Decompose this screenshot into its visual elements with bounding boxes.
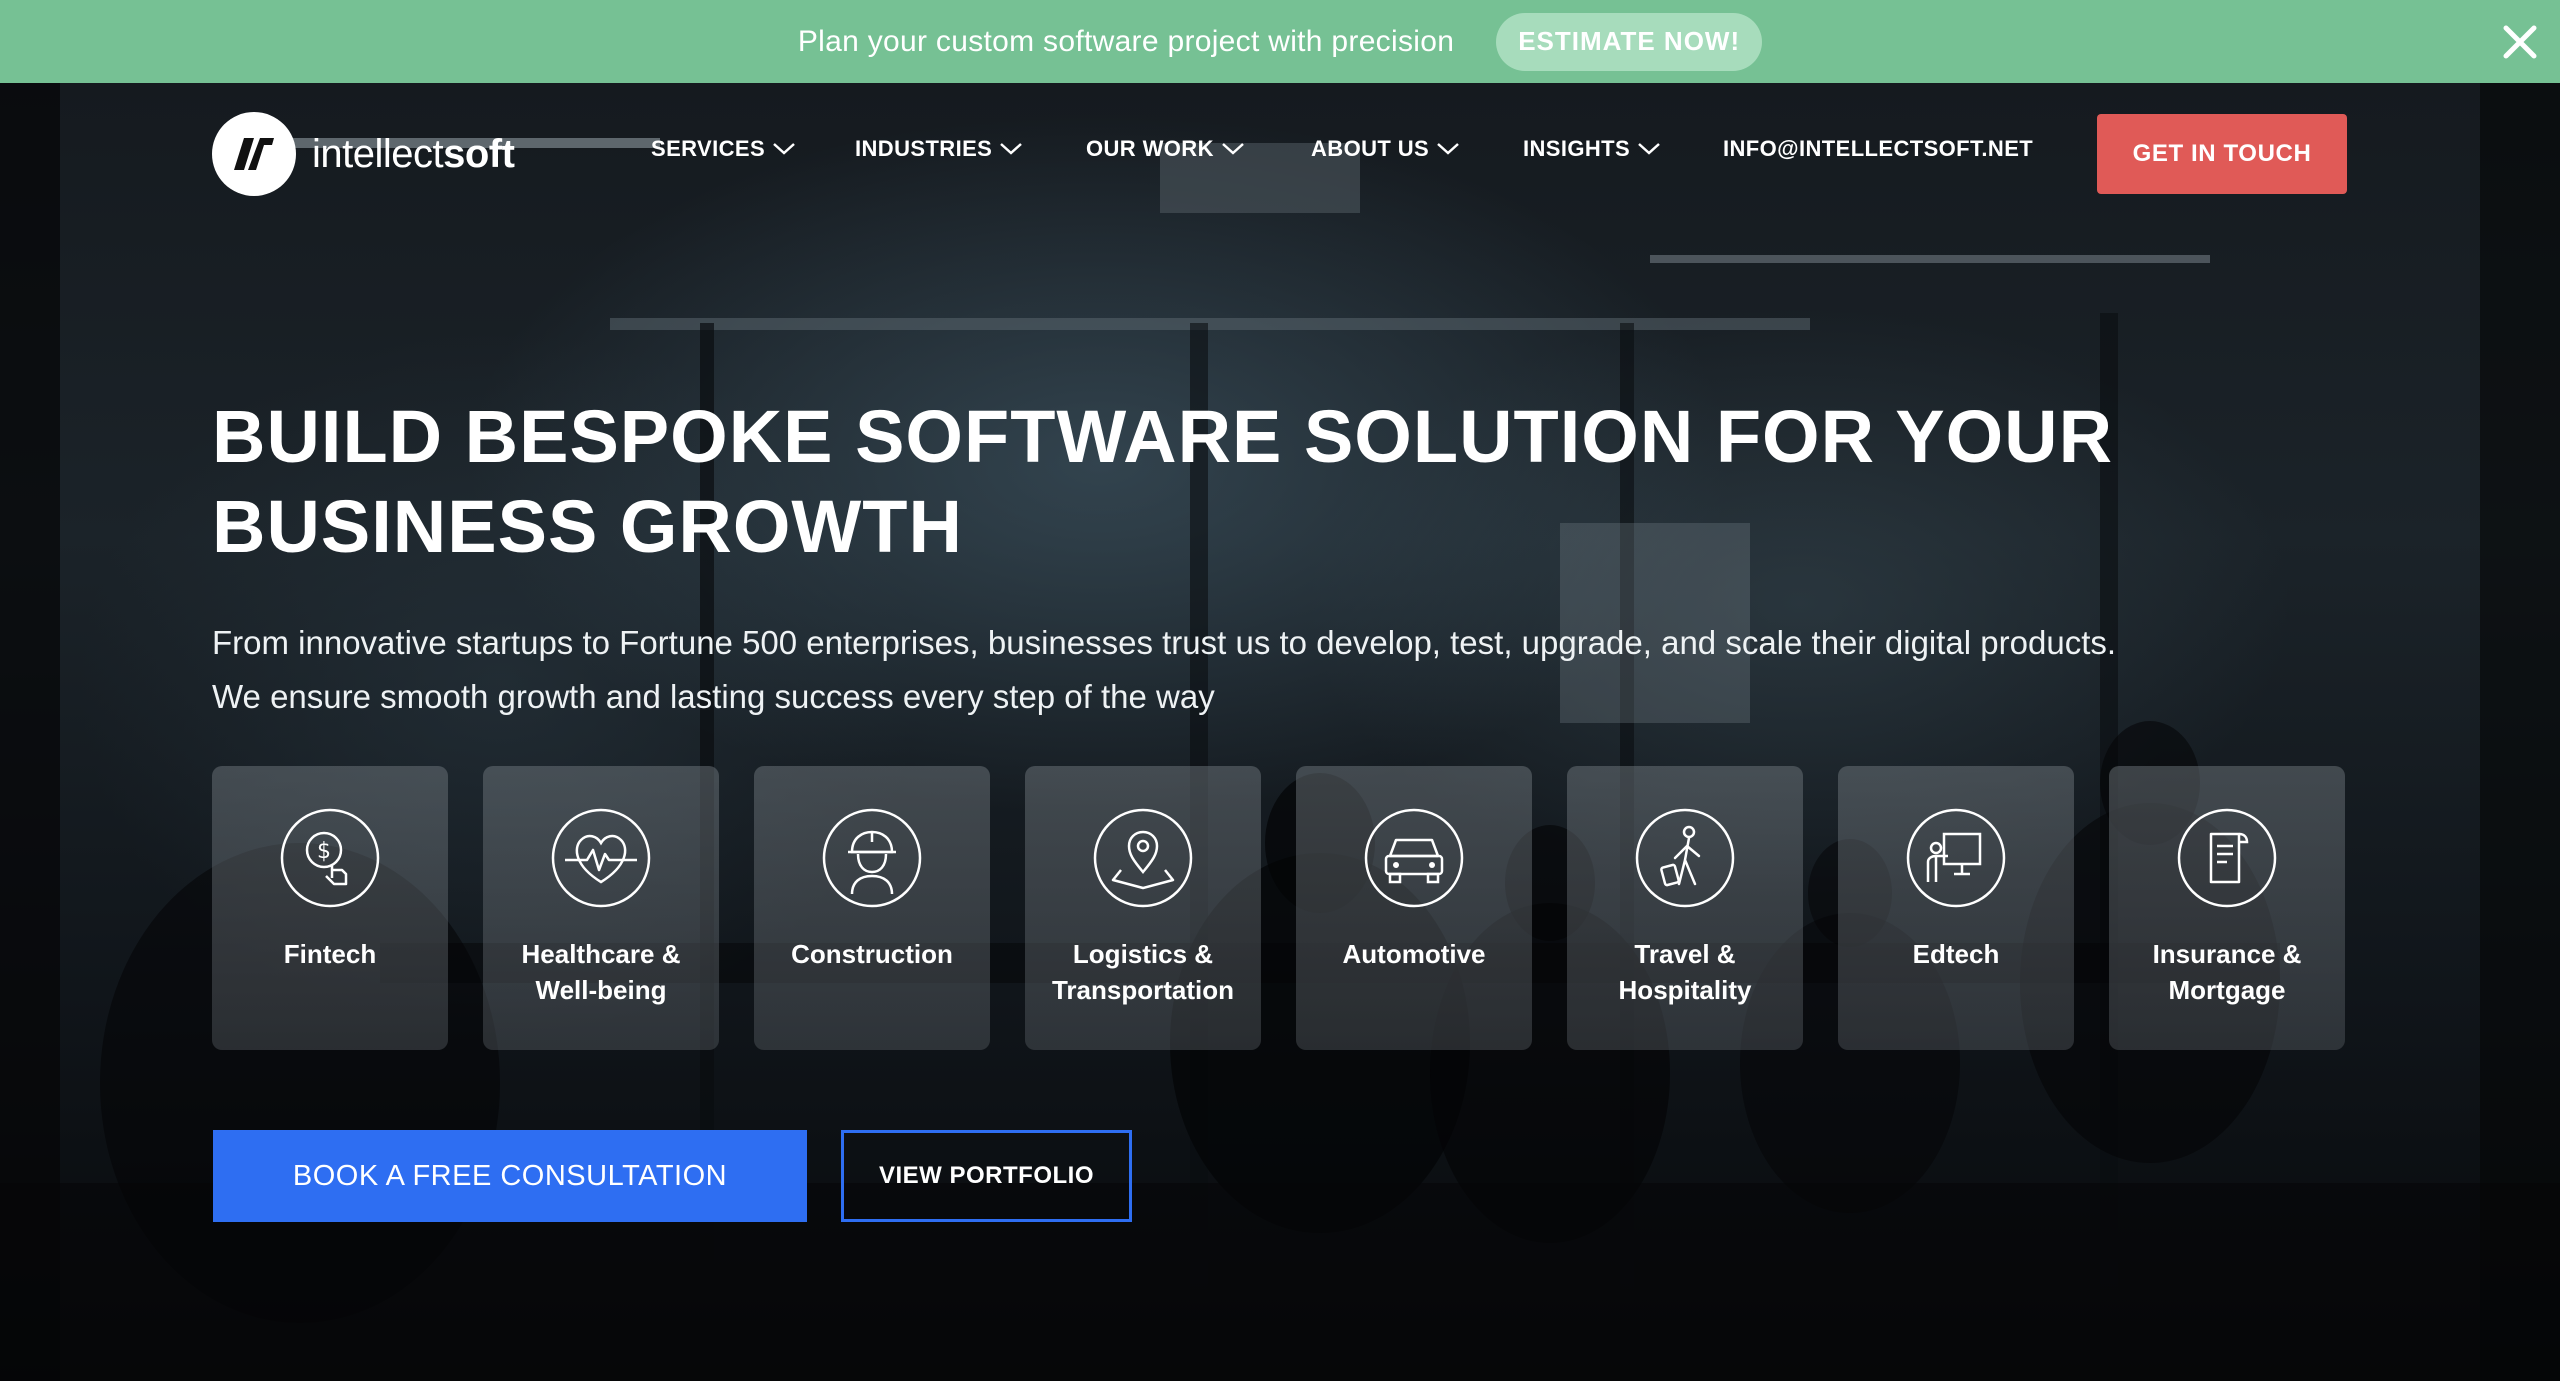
- industry-card-travel[interactable]: Travel & Hospitality: [1567, 766, 1803, 1050]
- hard-hat-worker-icon: [822, 808, 922, 908]
- industry-card-construction[interactable]: Construction: [754, 766, 990, 1050]
- industry-card-label: Logistics & Transportation: [1025, 936, 1261, 1008]
- industry-card-label-line-1: Healthcare &: [521, 939, 681, 969]
- industry-card-label-line-1: Travel &: [1634, 939, 1736, 969]
- nav-our-work-label: OUR WORK: [1086, 136, 1214, 161]
- nav-email-link[interactable]: INFO@INTELLECTSOFT.NET: [1723, 136, 2033, 162]
- teacher-board-icon: [1906, 808, 2006, 908]
- industry-card-label: Automotive: [1296, 936, 1532, 972]
- chevron-down-icon: [1222, 143, 1244, 155]
- chevron-down-icon: [1000, 143, 1023, 155]
- traveler-luggage-icon: [1635, 808, 1735, 908]
- promo-bar: Plan your custom software project with p…: [0, 0, 2560, 83]
- close-icon[interactable]: [2500, 22, 2540, 62]
- industry-card-label-line-2: Hospitality: [1618, 975, 1752, 1005]
- heart-pulse-icon: [551, 808, 651, 908]
- industry-card-label-line-1: Edtech: [1912, 939, 2000, 969]
- nav-insights-label: INSIGHTS: [1523, 136, 1631, 161]
- industry-card-healthcare[interactable]: Healthcare & Well-being: [483, 766, 719, 1050]
- dollar-hand-icon: $: [280, 808, 380, 908]
- get-in-touch-button[interactable]: GET IN TOUCH: [2097, 114, 2347, 194]
- hero-subtext-line-1: From innovative startups to Fortune 500 …: [212, 624, 2117, 661]
- hero-subtext: From innovative startups to Fortune 500 …: [212, 616, 2412, 724]
- industry-card-label-line-1: Construction: [791, 939, 953, 969]
- industry-card-automotive[interactable]: Automotive: [1296, 766, 1532, 1050]
- industry-card-label-line-2: Mortgage: [2168, 975, 2286, 1005]
- industry-card-label-line-1: Insurance &: [2152, 939, 2302, 969]
- chevron-down-icon: [1638, 143, 1660, 155]
- book-consultation-button[interactable]: BOOK A FREE CONSULTATION: [213, 1130, 807, 1222]
- industry-card-label-line-1: Logistics &: [1072, 939, 1214, 969]
- nav-about-us-label: ABOUT US: [1311, 136, 1430, 161]
- nav-insights[interactable]: INSIGHTS: [1523, 136, 1662, 162]
- industry-card-insurance[interactable]: Insurance & Mortgage: [2109, 766, 2345, 1050]
- industry-card-edtech[interactable]: Edtech: [1838, 766, 2074, 1050]
- industry-card-label: Construction: [754, 936, 990, 972]
- estimate-now-button[interactable]: ESTIMATE NOW!: [1496, 12, 1763, 71]
- logo-text-regular: intellect: [312, 131, 444, 176]
- industry-card-logistics[interactable]: Logistics & Transportation: [1025, 766, 1261, 1050]
- chevron-down-icon: [773, 143, 795, 155]
- hero-subtext-line-2: We ensure smooth growth and lasting succ…: [212, 678, 1215, 715]
- nav-services-label: SERVICES: [651, 136, 766, 161]
- chevron-down-icon: [1437, 143, 1459, 155]
- industry-card-fintech[interactable]: $ Fintech: [212, 766, 448, 1050]
- industry-card-label-line-2: Transportation: [1051, 975, 1234, 1005]
- nav-services[interactable]: SERVICES: [651, 136, 797, 162]
- car-icon: [1364, 808, 1464, 908]
- page-title-line-2: BUSINESS GROWTH: [212, 485, 963, 568]
- industry-card-label: Insurance & Mortgage: [2109, 936, 2345, 1008]
- logo-text: intellectsoft: [312, 131, 515, 177]
- promo-text: Plan your custom software project with p…: [797, 24, 1455, 58]
- nav-email-label: INFO@INTELLECTSOFT.NET: [1723, 136, 2034, 161]
- view-portfolio-button[interactable]: VIEW PORTFOLIO: [841, 1130, 1132, 1222]
- industry-card-label: Healthcare & Well-being: [483, 936, 719, 1008]
- industry-card-label-line-1: Automotive: [1342, 939, 1486, 969]
- industry-card-label: Fintech: [212, 936, 448, 972]
- logo-mark-icon: [212, 112, 296, 196]
- logo-text-bold: soft: [443, 131, 515, 176]
- page-title: BUILD BESPOKE SOFTWARE SOLUTION FOR YOUR…: [212, 392, 2412, 572]
- svg-text:$: $: [317, 839, 331, 864]
- industry-card-label-line-1: Fintech: [283, 939, 377, 969]
- logo[interactable]: intellectsoft: [212, 112, 515, 196]
- industry-card-label: Edtech: [1838, 936, 2074, 972]
- industry-card-label: Travel & Hospitality: [1567, 936, 1803, 1008]
- document-icon: [2177, 808, 2277, 908]
- nav-industries-label: INDUSTRIES: [855, 136, 993, 161]
- map-pin-icon: [1093, 808, 1193, 908]
- nav-about-us[interactable]: ABOUT US: [1311, 136, 1461, 162]
- nav-industries[interactable]: INDUSTRIES: [855, 136, 1024, 162]
- nav-our-work[interactable]: OUR WORK: [1086, 136, 1246, 162]
- page-title-line-1: BUILD BESPOKE SOFTWARE SOLUTION FOR YOUR: [212, 395, 2114, 478]
- industry-card-label-line-2: Well-being: [535, 975, 667, 1005]
